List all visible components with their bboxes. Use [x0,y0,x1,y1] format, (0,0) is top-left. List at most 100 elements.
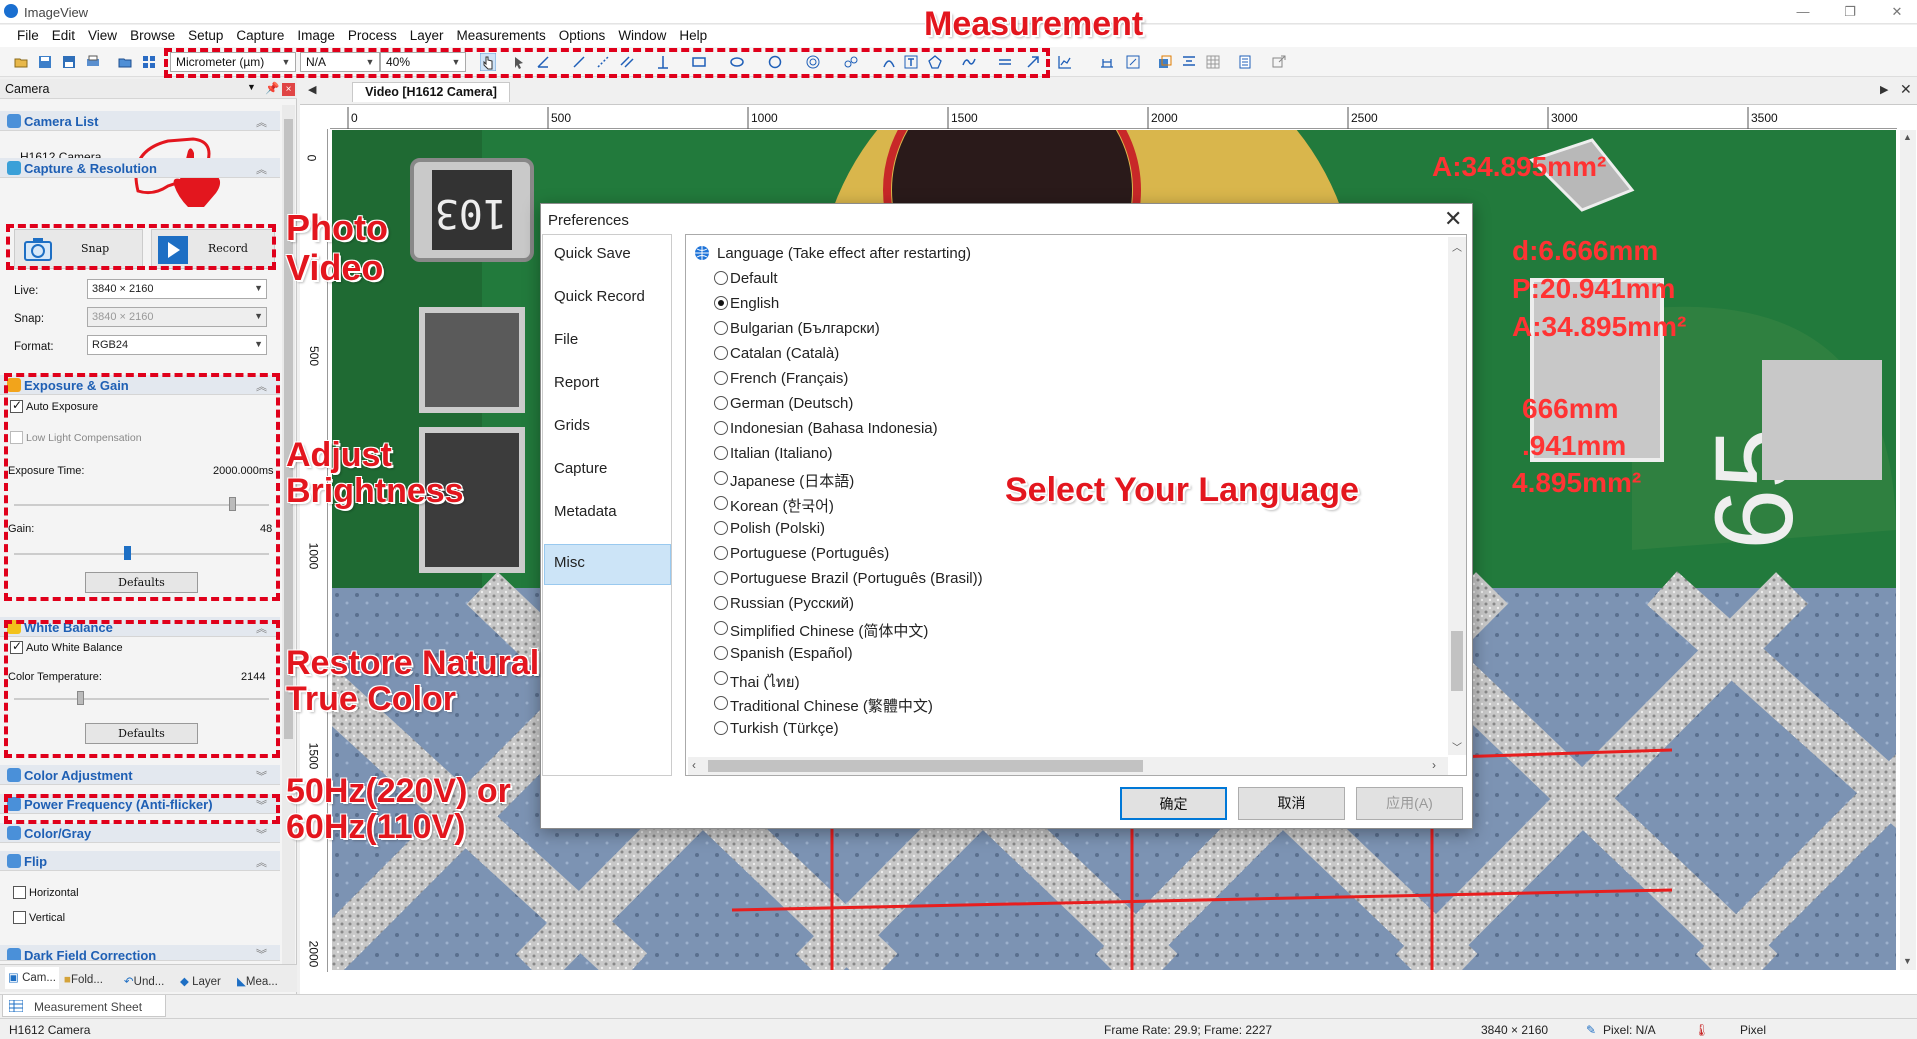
language-hscroll-thumb[interactable] [708,760,1143,772]
snap-resolution-select[interactable]: 3840 × 2160 ▼ [87,307,267,327]
menu-view[interactable]: View [81,25,123,43]
tab-scroll-right-icon[interactable]: ▶ [1880,83,1888,96]
nav-quick-save[interactable]: Quick Save [554,245,631,262]
nav-misc[interactable]: Misc [554,554,585,571]
flip-horizontal-checkbox[interactable] [13,886,26,899]
language-portuguese[interactable]: Portuguese (Português) [730,545,889,562]
ok-button[interactable]: 确定 [1120,787,1227,820]
radio-turkish[interactable] [714,721,728,735]
language-korean[interactable]: Korean (한국어) [730,495,834,516]
collapse-icon[interactable]: ︽ [256,161,267,177]
scroll-right-icon[interactable]: › [1432,758,1436,772]
language-thai[interactable]: Thai (ไทย) [730,670,800,694]
tab-measurement[interactable]: ◣Mea... [237,970,278,992]
cancel-button[interactable]: 取消 [1238,787,1345,820]
radio-thai[interactable] [714,671,728,685]
radio-bulgarian[interactable] [714,321,728,335]
flip-header[interactable]: Flip ︽ [0,851,280,871]
dark-field-header[interactable]: Dark Field Correction ︾ [0,945,280,961]
save-icon[interactable] [38,55,52,69]
capture-header[interactable]: Capture & Resolution ︽ [0,158,280,178]
language-russian[interactable]: Russian (Русский) [730,595,854,612]
radio-spanish[interactable] [714,646,728,660]
language-turkish[interactable]: Turkish (Türkçe) [730,720,839,737]
radio-japanese[interactable] [714,471,728,485]
language-polish[interactable]: Polish (Polski) [730,520,825,537]
nav-file[interactable]: File [554,331,578,348]
menu-process[interactable]: Process [341,25,403,43]
language-indonesian[interactable]: Indonesian (Bahasa Indonesia) [730,420,938,437]
radio-korean[interactable] [714,496,728,510]
calibrate-icon[interactable] [1100,55,1114,69]
language-french[interactable]: French (Français) [730,370,848,387]
radio-russian[interactable] [714,596,728,610]
print-icon[interactable] [86,55,100,69]
language-vertical-scrollbar[interactable]: ︿ ﹀ [1448,237,1466,755]
menu-image[interactable]: Image [290,25,341,43]
format-select[interactable]: RGB24 ▼ [87,335,267,355]
nav-grids[interactable]: Grids [554,417,590,434]
language-german[interactable]: German (Deutsch) [730,395,853,412]
language-scroll-thumb[interactable] [1451,631,1463,691]
thumbnails-icon[interactable] [142,55,156,69]
collapse-icon[interactable]: ︽ [256,114,267,130]
nav-capture[interactable]: Capture [554,460,607,477]
save-all-icon[interactable] [62,55,76,69]
measurement-sheet-tab[interactable]: Measurement Sheet [2,995,166,1017]
radio-portuguese[interactable] [714,546,728,560]
scroll-up-icon[interactable]: ︿ [1452,239,1462,254]
menu-file[interactable]: File [10,25,45,43]
close-panel-icon[interactable]: × [282,83,295,96]
scroll-down-icon[interactable]: ▼ [1903,956,1912,966]
tab-folder[interactable]: ■Fold... [64,970,103,992]
open-folder-icon[interactable] [14,55,28,69]
language-horizontal-scrollbar[interactable]: ‹ › [688,757,1448,775]
radio-catalan[interactable] [714,346,728,360]
menu-window[interactable]: Window [611,25,672,43]
menu-help[interactable]: Help [672,25,713,43]
minimize-icon[interactable]: — [1786,2,1820,22]
dialog-close-icon[interactable]: ✕ [1444,206,1462,232]
grid-icon[interactable] [1206,55,1220,69]
browse-folder-icon[interactable] [118,55,132,69]
language-portuguese-brazil[interactable]: Portuguese Brazil (Português (Brasil)) [730,570,983,587]
radio-default[interactable] [714,271,728,285]
collapse-icon[interactable]: ︽ [256,854,267,870]
restore-icon[interactable]: ❐ [1833,2,1867,22]
radio-french[interactable] [714,371,728,385]
menu-layer[interactable]: Layer [403,25,450,43]
language-catalan[interactable]: Catalan (Català) [730,345,839,362]
radio-polish[interactable] [714,521,728,535]
radio-indonesian[interactable] [714,421,728,435]
live-resolution-select[interactable]: 3840 × 2160 ▼ [87,279,267,299]
expand-icon[interactable]: ︾ [256,946,267,960]
language-spanish[interactable]: Spanish (Español) [730,645,853,662]
nav-report[interactable]: Report [554,374,599,391]
radio-portuguese-brazil[interactable] [714,571,728,585]
radio-simplified-chinese[interactable] [714,621,728,635]
tab-video[interactable]: Video [H1612 Camera] [352,82,510,102]
menu-setup[interactable]: Setup [181,25,229,43]
scroll-left-icon[interactable]: ‹ [692,758,696,772]
panel-menu-icon[interactable]: ▼ [247,82,256,92]
color-gray-header[interactable]: Color/Gray ︾ [0,823,280,843]
radio-traditional-chinese[interactable] [714,696,728,710]
tab-camera[interactable]: ▣ Cam... [5,967,59,989]
camera-list-header[interactable]: Camera List ︽ [0,111,280,131]
menu-capture[interactable]: Capture [229,25,290,43]
tab-scroll-left-icon[interactable]: ◀ [308,83,316,96]
close-doc-icon[interactable]: ✕ [1900,81,1912,98]
image-vertical-scrollbar[interactable]: ▲ ▼ [1900,130,1916,970]
measure-frame-icon[interactable] [1126,55,1140,69]
language-simplified-chinese[interactable]: Simplified Chinese (简体中文) [730,620,928,641]
expand-icon[interactable]: ︾ [256,826,267,842]
apply-button[interactable]: 应用(A) [1356,787,1463,820]
measurement-sheet-icon[interactable] [1238,55,1252,69]
radio-english[interactable] [714,296,728,310]
language-japanese[interactable]: Japanese (日本語) [730,470,854,491]
nav-quick-record[interactable]: Quick Record [554,288,645,305]
language-bulgarian[interactable]: Bulgarian (Български) [730,320,880,337]
radio-italian[interactable] [714,446,728,460]
tab-layer[interactable]: ◆ Layer [180,970,221,992]
flip-vertical-checkbox[interactable] [13,911,26,924]
